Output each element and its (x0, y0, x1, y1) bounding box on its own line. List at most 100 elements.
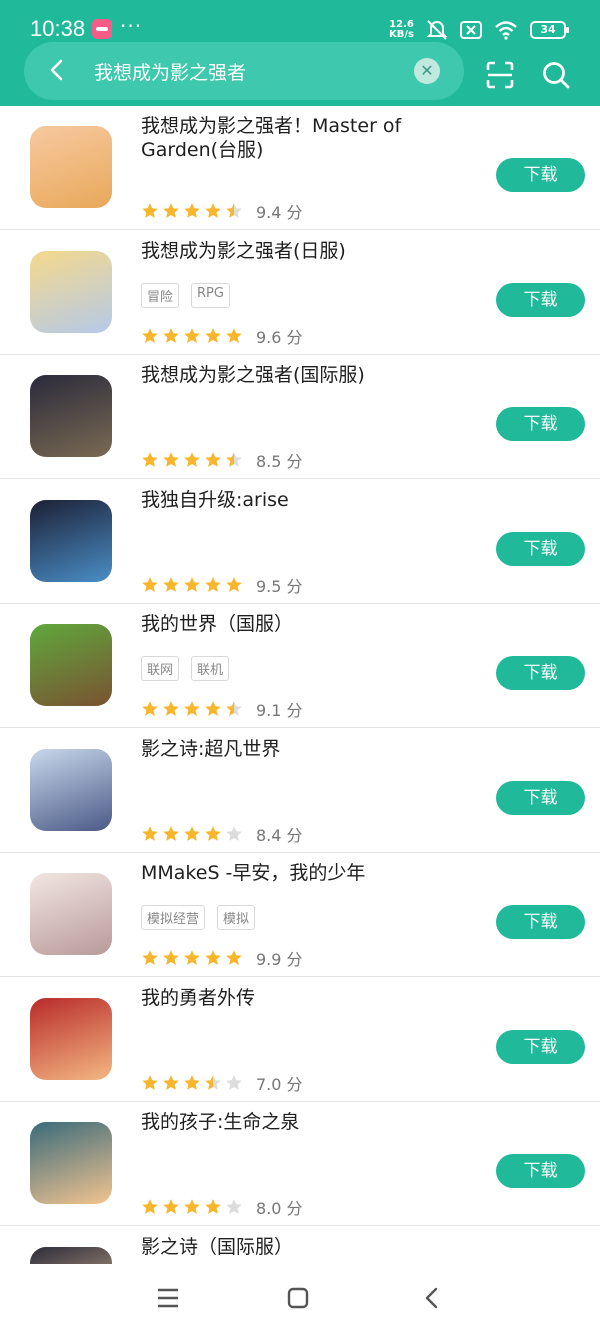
net-speed: 12.6 KB/s (389, 20, 414, 40)
star-icon (142, 452, 158, 467)
star-icon (205, 950, 221, 965)
scan-icon[interactable] (485, 60, 515, 90)
app-title[interactable]: 影之诗:超凡世界 (141, 737, 481, 761)
download-button[interactable]: 下载 (496, 780, 585, 815)
app-title[interactable]: 我想成为影之强者！Master of Garden(台服) (141, 114, 481, 162)
app-row[interactable]: 我想成为影之强者(日服) 冒险 RPG 9.6 分 下载 (0, 231, 600, 355)
app-row[interactable]: 影之诗（国际服） (0, 1227, 600, 1264)
app-row[interactable]: MMakeS -早安，我的少年 模拟经营 模拟 9.9 分 下载 (0, 853, 600, 977)
app-icon[interactable] (30, 624, 112, 706)
net-speed-unit: KB/s (389, 29, 414, 40)
app-score: 9.4 分 (256, 203, 303, 222)
download-button[interactable]: 下载 (496, 531, 585, 566)
app-list: 我想成为影之强者！Master of Garden(台服) 9.4 分下载 我想成为… (0, 106, 600, 1264)
menu-icon[interactable] (157, 1287, 179, 1309)
app-rating: 9.4 分 (141, 199, 303, 223)
download-button[interactable]: 下载 (496, 905, 585, 939)
star-icon (142, 576, 158, 592)
star-icon (205, 576, 221, 592)
app-row[interactable]: 影之诗:超凡世界 8.4 分 下载 (0, 729, 600, 853)
app-icon[interactable] (30, 873, 112, 955)
no-sim-icon (460, 21, 482, 39)
star-icon (163, 452, 179, 467)
download-button[interactable]: 下载 (496, 158, 585, 192)
star-icon (205, 1199, 221, 1214)
app-score: 9.5 分 (256, 576, 303, 596)
download-button[interactable]: 下载 (496, 407, 585, 441)
star-icon (142, 701, 158, 716)
app-title[interactable]: MMakeS -早安，我的少年 (141, 861, 481, 885)
app-title[interactable]: 我的世界（国服） (141, 612, 481, 636)
status-time: 10:38 (30, 16, 86, 41)
app-title[interactable]: 我独自升级:arise (141, 488, 481, 512)
star-icon (163, 1199, 179, 1214)
app-title[interactable]: 我想成为影之强者(国际服) (141, 363, 481, 387)
wifi-icon (495, 21, 517, 40)
app-rating: 7.0 分 (141, 1071, 303, 1095)
mute-bell-icon (426, 20, 448, 40)
download-button[interactable]: 下载 (496, 1029, 585, 1064)
search-input[interactable]: 我想成为影之强者 (94, 58, 246, 85)
star-icon (226, 203, 242, 218)
download-button[interactable]: 下载 (496, 282, 585, 317)
star-icon (184, 825, 200, 841)
app-score: 9.9 分 (256, 950, 303, 969)
app-title[interactable]: 我的勇者外传 (141, 986, 481, 1010)
app-rating: 8.5 分 (141, 448, 303, 472)
app-row[interactable]: 我的世界（国服） 联网 联机 9.1 分 下载 (0, 604, 600, 728)
app-tag: 模拟经营 (141, 905, 206, 930)
star-icon (205, 452, 221, 467)
app-row[interactable]: 我想成为影之强者！Master of Garden(台服) 9.4 分 下载 (0, 106, 600, 230)
search-bar[interactable]: 我想成为影之强者 ✕ (24, 42, 464, 100)
clear-search-icon[interactable]: ✕ (414, 58, 440, 84)
star-icon (226, 1199, 242, 1214)
app-title[interactable]: 影之诗（国际服） (141, 1235, 481, 1259)
star-icon (163, 576, 179, 592)
app-tags: 冒险 RPG (141, 282, 230, 308)
app-icon[interactable] (30, 499, 112, 582)
app-icon[interactable] (30, 250, 112, 333)
download-button[interactable]: 下载 (496, 1154, 585, 1188)
star-icon (226, 701, 242, 716)
app-icon[interactable] (30, 1122, 112, 1204)
app-icon[interactable] (30, 1246, 112, 1264)
star-icon (226, 1074, 242, 1090)
star-icon (226, 950, 242, 965)
app-rating: 9.5 分 (141, 573, 303, 597)
star-icon (142, 203, 158, 218)
app-row[interactable]: 我独自升级:arise 9.5 分 下载 (0, 480, 600, 604)
app-row[interactable]: 我的勇者外传 7.0 分 下载 (0, 978, 600, 1102)
download-button[interactable]: 下载 (496, 656, 585, 690)
nav-back-icon[interactable] (421, 1287, 443, 1309)
app-score: 8.0 分 (256, 1199, 303, 1218)
app-row[interactable]: 我想成为影之强者(国际服) 8.5 分 下载 (0, 355, 600, 479)
app-icon[interactable] (30, 997, 112, 1080)
home-icon[interactable] (287, 1287, 309, 1309)
more-dots-icon: ··· (120, 14, 143, 38)
app-icon[interactable] (30, 126, 112, 208)
app-score: 7.0 分 (256, 1074, 303, 1094)
star-icon (163, 203, 179, 218)
star-icon (142, 825, 158, 841)
app-rating: 8.0 分 (141, 1195, 303, 1219)
star-icon (205, 701, 221, 716)
search-icon[interactable] (541, 60, 571, 90)
bilibili-icon (92, 19, 112, 39)
app-icon[interactable] (30, 375, 112, 457)
app-row[interactable]: 我的孩子:生命之泉 8.0 分 下载 (0, 1102, 600, 1226)
app-tags: 模拟经营 模拟 (141, 905, 256, 930)
app-rating: 9.6 分 (141, 324, 303, 348)
status-icons: 12.6 KB/s 34 (389, 16, 569, 44)
app-title[interactable]: 我想成为影之强者(日服) (141, 239, 481, 263)
app-title[interactable]: 我的孩子:生命之泉 (141, 1110, 481, 1134)
star-icon (142, 950, 158, 965)
back-arrow-icon[interactable] (46, 58, 70, 82)
app-tags: 联网 联机 (141, 656, 230, 681)
star-icon (163, 327, 179, 343)
app-tag: RPG (191, 282, 230, 308)
star-icon (226, 327, 242, 343)
app-icon[interactable] (30, 748, 112, 831)
star-icon (184, 1074, 200, 1090)
app-rating: 9.1 分 (141, 697, 303, 721)
star-icon (163, 825, 179, 841)
